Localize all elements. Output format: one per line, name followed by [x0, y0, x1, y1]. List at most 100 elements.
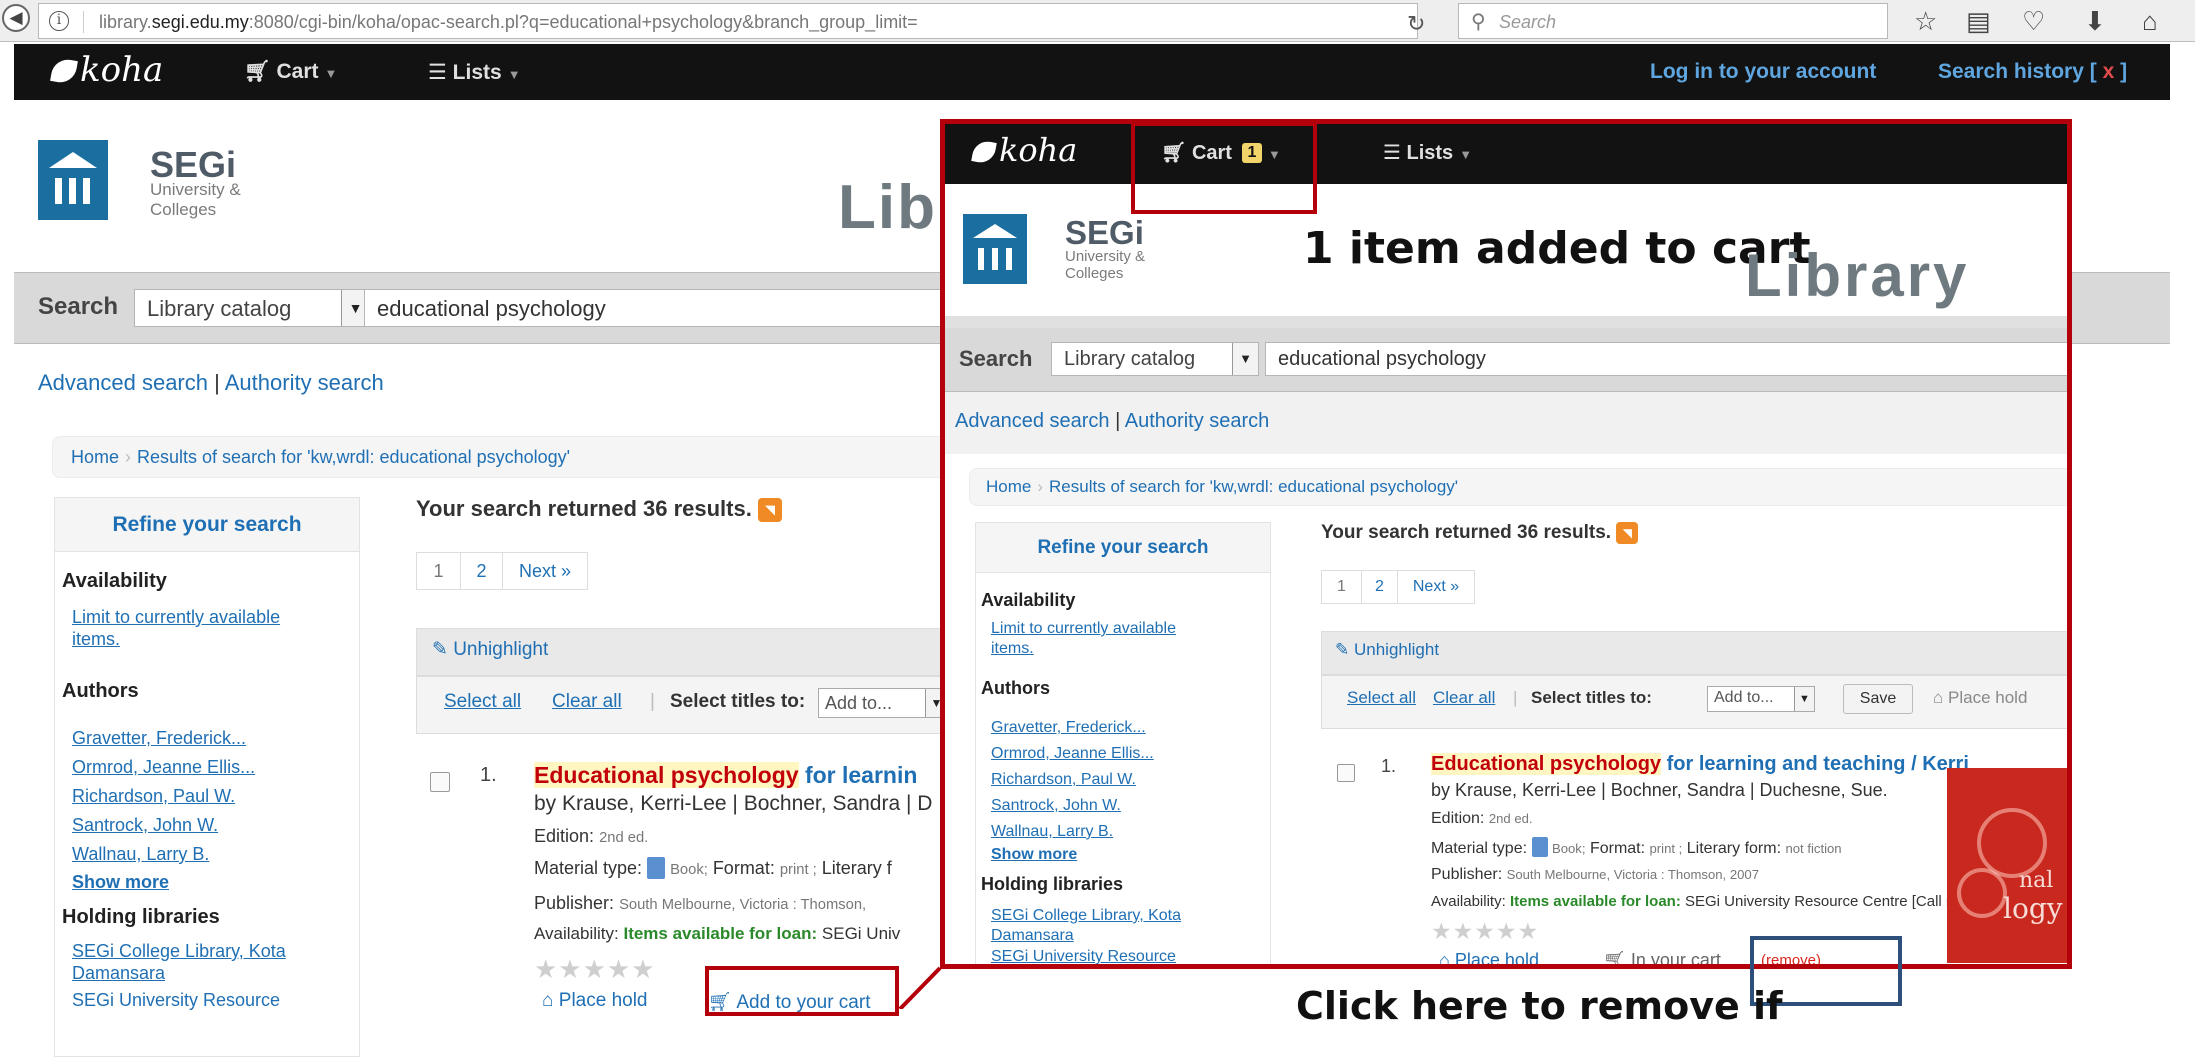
breadcrumb-home[interactable]: Home [986, 477, 1031, 496]
catalog-select[interactable]: Library catalog ▼ [134, 289, 370, 327]
author-link[interactable]: Santrock, John W. [991, 797, 1121, 815]
page-2[interactable]: 2 [461, 553, 503, 589]
authority-search-link[interactable]: Authority search [225, 370, 384, 395]
breadcrumb-home[interactable]: Home [71, 447, 119, 467]
holding-library-link[interactable]: SEGi College Library, Kota Damansara [72, 940, 286, 984]
koha-navbar: koha 🛒︎ Cart ▼ ☰ Lists ▼ Log in to your ac… [14, 44, 2170, 100]
save-button[interactable]: Save [1843, 684, 1913, 714]
place-hold-selected[interactable]: ⌂ Place hold [1933, 688, 2027, 708]
place-hold-link[interactable]: ⌂ Place hold [1439, 950, 1539, 969]
search-input[interactable]: educational psychology [1265, 342, 2067, 376]
authority-search-link[interactable]: Authority search [1125, 410, 1270, 432]
clear-all-link[interactable]: Clear all [552, 691, 622, 713]
bookmark-star-icon[interactable]: ☆ [1914, 6, 1937, 37]
author-link[interactable]: Wallnau, Larry B. [72, 844, 209, 865]
author-link[interactable]: Santrock, John W. [72, 815, 218, 836]
segi-wordmark: SEGi [1065, 214, 1144, 251]
lists-menu[interactable]: ☰ Lists ▼ [428, 60, 521, 85]
catalog-select[interactable]: Library catalog ▼ [1051, 342, 1259, 376]
rating-stars[interactable]: ★★★★★ [1431, 918, 1539, 945]
select-titles-label: Select titles to: [1531, 688, 1652, 707]
address-bar[interactable]: i library.segi.edu.my:8080/cgi-bin/koha/… [38, 3, 1425, 39]
holding-library-link[interactable]: SEGi University Resource [72, 990, 280, 1011]
search-links: Advanced search | Authority search [38, 370, 384, 395]
rss-icon[interactable]: ◥ [1616, 522, 1639, 544]
info-icon[interactable]: i [49, 11, 69, 31]
rss-icon[interactable]: ◥ [757, 498, 782, 523]
cart-icon: 🛒︎ [1603, 950, 1626, 969]
search-history-link[interactable]: Search history [ x ] [1938, 60, 2127, 84]
holding-library-link[interactable]: SEGi College Library, Kota Damansara [991, 906, 1181, 946]
results-summary: Your search returned 36 results. ◥ [416, 496, 782, 523]
result-checkbox[interactable] [430, 772, 450, 792]
pagination: 1 2 Next » [1321, 570, 1475, 604]
results-summary: Your search returned 36 results. ◥ [1321, 522, 1639, 544]
author-link[interactable]: Richardson, Paul W. [991, 771, 1136, 789]
author-link[interactable]: Gravetter, Frederick... [72, 728, 246, 749]
advanced-search-link[interactable]: Advanced search [955, 410, 1110, 432]
page-1[interactable]: 1 [417, 553, 461, 589]
author-link[interactable]: Wallnau, Larry B. [991, 823, 1113, 841]
limit-available-link[interactable]: Limit to currently available items. [991, 619, 1176, 659]
koha-logo[interactable]: koha [971, 131, 1077, 169]
next-page-link[interactable]: Next » [1398, 571, 1474, 603]
limit-available-link[interactable]: Limit to currently available items. [72, 606, 280, 650]
page-1[interactable]: 1 [1322, 571, 1362, 603]
segi-subtitle: University & Colleges [150, 180, 241, 219]
pen-icon: ✎ [432, 639, 448, 660]
advanced-search-link[interactable]: Advanced search [38, 370, 208, 395]
refine-search-heading: Refine your search [976, 523, 1270, 573]
result-title[interactable]: Educational psychology for learnin [534, 762, 917, 789]
pocket-icon[interactable]: ♡ [2022, 6, 2045, 37]
segi-emblem[interactable] [38, 140, 108, 220]
show-more-link[interactable]: Show more [991, 846, 1077, 864]
back-arrow-icon[interactable]: ◀ [2, 4, 30, 32]
book-cover-image[interactable]: nal logy [1947, 768, 2067, 963]
login-link[interactable]: Log in to your account [1650, 60, 1876, 84]
author-link[interactable]: Gravetter, Frederick... [991, 719, 1146, 737]
add-to-select[interactable]: Add to... ▼ [1707, 686, 1815, 712]
breadcrumb-current[interactable]: Results of search for 'kw,wrdl: educatio… [1049, 477, 1458, 496]
next-page-link[interactable]: Next » [503, 553, 587, 589]
list-icon: ☰ [1383, 142, 1401, 164]
select-all-link[interactable]: Select all [1347, 688, 1416, 708]
result-number: 1. [1381, 756, 1397, 776]
reading-list-icon[interactable]: ▤ [1966, 6, 1991, 37]
lists-menu[interactable]: ☰ Lists ▼ [1383, 140, 1472, 165]
select-dropdown-icon: ▼ [1232, 343, 1258, 375]
result-checkbox[interactable] [1337, 764, 1355, 782]
result-publisher: Publisher: South Melbourne, Victoria : T… [534, 893, 867, 913]
clear-all-link[interactable]: Clear all [1433, 688, 1495, 708]
select-all-link[interactable]: Select all [444, 691, 521, 713]
author-link[interactable]: Ormrod, Jeanne Ellis... [991, 745, 1154, 763]
zoomed-screenshot: koha 🛒︎ Cart 1 ▼ ☰ Lists ▼ SEGi University … [940, 119, 2072, 969]
author-link[interactable]: Ormrod, Jeanne Ellis... [72, 757, 255, 778]
koha-navbar: koha 🛒︎ Cart 1 ▼ ☰ Lists ▼ [945, 124, 2067, 184]
holding-library-link[interactable]: SEGi University Resource [991, 948, 1176, 964]
result-title[interactable]: Educational psychology for learning and … [1431, 753, 1969, 776]
page-2[interactable]: 2 [1362, 571, 1398, 603]
breadcrumb-current[interactable]: Results of search for 'kw,wrdl: educatio… [137, 447, 570, 467]
author-link[interactable]: Richardson, Paul W. [72, 786, 235, 807]
browser-search-box[interactable]: ⚲ Search [1458, 3, 1888, 39]
home-icon[interactable]: ⌂ [2142, 6, 2158, 37]
url-text[interactable]: library.segi.edu.my:8080/cgi-bin/koha/op… [99, 12, 918, 33]
reload-icon[interactable]: ↻ [1407, 11, 1425, 37]
koha-logo[interactable]: koha [50, 50, 163, 90]
hold-icon: ⌂ [1439, 950, 1450, 969]
show-more-link[interactable]: Show more [72, 872, 169, 893]
pagination: 1 2 Next » [416, 552, 588, 590]
add-to-select[interactable]: Add to... ▼ [818, 688, 948, 718]
search-icon: ⚲ [1471, 11, 1486, 33]
authors-heading: Authors [981, 678, 1050, 698]
breadcrumb: Home › Results of search for 'kw,wrdl: edu… [969, 468, 2067, 506]
unhighlight-link[interactable]: ✎ Unhighlight [1335, 640, 1439, 660]
segi-emblem[interactable] [963, 214, 1027, 284]
clear-history-x[interactable]: x [2103, 60, 2115, 83]
download-icon[interactable]: ⬇ [2084, 6, 2106, 37]
search-input[interactable]: educational psychology [364, 289, 964, 327]
unhighlight-link[interactable]: ✎ Unhighlight [432, 638, 548, 661]
rating-stars[interactable]: ★★★★★ [534, 954, 656, 985]
select-dropdown-icon: ▼ [1794, 687, 1814, 711]
cart-menu[interactable]: 🛒︎ Cart ▼ [244, 60, 337, 84]
